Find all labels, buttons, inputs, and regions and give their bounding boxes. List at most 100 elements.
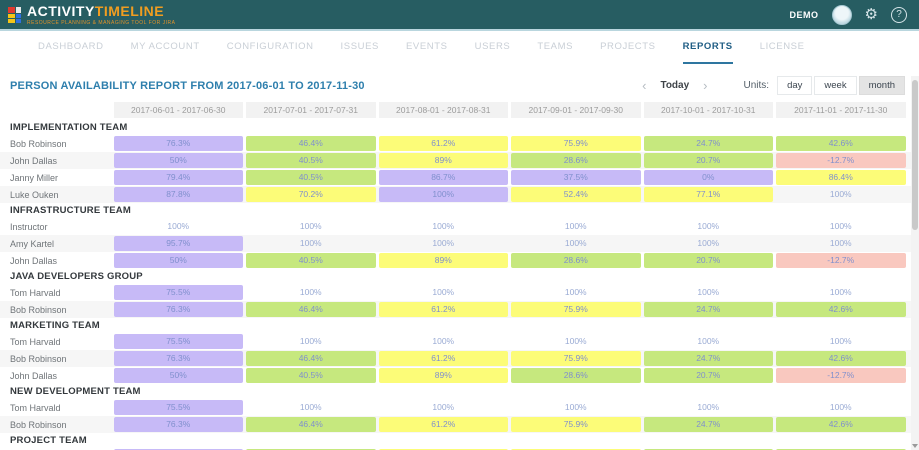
units-label: Units: xyxy=(744,80,770,91)
availability-cell: -12.7% xyxy=(776,253,906,268)
row-name: Amy Kartel xyxy=(0,239,112,249)
table-header-row: 2017-06-01 - 2017-06-302017-07-01 - 2017… xyxy=(0,102,907,118)
availability-cell: 100% xyxy=(246,334,376,349)
scrollbar-thumb[interactable] xyxy=(912,80,918,230)
availability-cell: 100% xyxy=(379,285,509,300)
avatar[interactable] xyxy=(832,5,852,25)
availability-cell: 75.5% xyxy=(114,400,244,415)
team-header-java-developers-group: JAVA DEVELOPERS GROUP xyxy=(0,270,919,284)
availability-cell: 100% xyxy=(644,219,774,234)
today-button[interactable]: Today xyxy=(660,80,689,91)
scrollbar-down-arrow-icon[interactable] xyxy=(912,444,918,448)
nav-tab-teams[interactable]: TEAMS xyxy=(537,31,573,64)
row-name: Tom Harvald xyxy=(0,288,112,298)
table-row: Tom Harvald75.5%100%100%100%100%100% xyxy=(0,399,919,416)
availability-cell: 95.7% xyxy=(114,236,244,251)
column-header: 2017-06-01 - 2017-06-30 xyxy=(114,102,244,118)
availability-cell: 75.9% xyxy=(511,302,641,317)
availability-cell: 77.1% xyxy=(644,187,774,202)
row-cells: 76.3%46.4%61.2%75.9%24.7%42.6% xyxy=(112,302,907,317)
logo: ACTIVITYTIMELINE RESOURCE PLANNING & MAN… xyxy=(8,4,175,26)
availability-cell: 75.5% xyxy=(114,334,244,349)
availability-cell: 46.4% xyxy=(246,302,376,317)
nav-tab-dashboard[interactable]: DASHBOARD xyxy=(38,31,104,64)
unit-button-month[interactable]: month xyxy=(859,76,905,95)
availability-cell: -12.7% xyxy=(776,153,906,168)
availability-cell: 100% xyxy=(511,219,641,234)
availability-cell: 89% xyxy=(379,253,509,268)
table-row: Amy Kartel95.7%100%100%100%100%100% xyxy=(0,235,919,252)
availability-cell: 100% xyxy=(379,187,509,202)
availability-cell: 75.9% xyxy=(511,136,641,151)
availability-cell: 100% xyxy=(511,285,641,300)
row-cells: 79.4%40.5%86.7%37.5%0%86.4% xyxy=(112,170,907,185)
row-cells: 75.5%100%100%100%100%100% xyxy=(112,285,907,300)
nav-tab-events[interactable]: EVENTS xyxy=(406,31,448,64)
nav-tab-my-account[interactable]: MY ACCOUNT xyxy=(131,31,200,64)
availability-cell: 100% xyxy=(776,285,906,300)
nav-tab-configuration[interactable]: CONFIGURATION xyxy=(227,31,314,64)
availability-cell: 50% xyxy=(114,153,244,168)
chevron-right-icon[interactable]: › xyxy=(703,79,707,92)
table-row: Bob Robinson76.3%46.4%61.2%75.9%24.7%42.… xyxy=(0,301,919,318)
table-row: Bob Robinson76.3%46.4%61.2%75.9%24.7%42.… xyxy=(0,135,919,152)
row-cells: 75.5%100%100%100%100%100% xyxy=(112,334,907,349)
availability-cell: 89% xyxy=(379,153,509,168)
availability-cell: 28.6% xyxy=(511,153,641,168)
availability-cell: 40.5% xyxy=(246,153,376,168)
page-title: PERSON AVAILABILITY REPORT FROM 2017-06-… xyxy=(10,80,365,92)
column-header: 2017-08-01 - 2017-08-31 xyxy=(379,102,509,118)
table-row: Luke Ouken87.8%70.2%100%52.4%77.1%100% xyxy=(0,186,919,203)
availability-cell: 46.4% xyxy=(246,351,376,366)
help-icon[interactable]: ? xyxy=(891,7,907,23)
row-name: Bob Robinson xyxy=(0,354,112,364)
table-row: Janny Miller79.4%40.5%86.7%37.5%0%86.4% xyxy=(0,169,919,186)
row-cells: 50%40.5%89%28.6%20.7%-12.7% xyxy=(112,153,907,168)
team-header-infrastructure-team: INFRASTRUCTURE TEAM xyxy=(0,204,919,218)
row-name: Tom Harvald xyxy=(0,337,112,347)
units-group: dayweekmonth xyxy=(777,76,905,95)
chevron-left-icon[interactable]: ‹ xyxy=(642,79,646,92)
nav-tab-projects[interactable]: PROJECTS xyxy=(600,31,655,64)
availability-cell: 100% xyxy=(776,219,906,234)
availability-cell: 40.5% xyxy=(246,253,376,268)
availability-cell: 89% xyxy=(379,368,509,383)
availability-cell: 100% xyxy=(511,400,641,415)
availability-cell: 100% xyxy=(511,236,641,251)
nav-tab-license[interactable]: LICENSE xyxy=(760,31,805,64)
row-name: Janny Miller xyxy=(0,173,112,183)
table-row: John Dallas50%40.5%89%28.6%20.7%-12.7% xyxy=(0,252,919,269)
team-header-new-development-team: NEW DEVELOPMENT TEAM xyxy=(0,385,919,399)
availability-cell: 100% xyxy=(379,219,509,234)
vertical-scrollbar[interactable] xyxy=(911,76,919,450)
team-header-implementation-team: IMPLEMENTATION TEAM xyxy=(0,121,919,135)
unit-button-day[interactable]: day xyxy=(777,76,812,95)
main-nav: DASHBOARD MY ACCOUNT CONFIGURATION ISSUES EV… xyxy=(0,31,919,64)
availability-cell: 100% xyxy=(379,400,509,415)
availability-cell: 61.2% xyxy=(379,351,509,366)
availability-cell: 24.7% xyxy=(644,136,774,151)
availability-cell: 20.7% xyxy=(644,368,774,383)
row-name: Instructor xyxy=(0,222,112,232)
table-row: Tom Harvald75.5%100%100%100%100%100% xyxy=(0,284,919,301)
logo-title: ACTIVITYTIMELINE xyxy=(27,4,175,18)
nav-tab-issues[interactable]: ISSUES xyxy=(341,31,379,64)
availability-cell: 75.9% xyxy=(511,417,641,432)
row-name: Luke Ouken xyxy=(0,190,112,200)
availability-cell: 100% xyxy=(246,285,376,300)
table-row: John Dallas50%40.5%89%28.6%20.7%-12.7% xyxy=(0,152,919,169)
gear-icon[interactable]: ⚙ xyxy=(865,7,878,22)
table-row: Tom Harvald75.5%100%100%100%100%100% xyxy=(0,333,919,350)
availability-cell: 52.4% xyxy=(511,187,641,202)
availability-cell: 100% xyxy=(114,219,244,234)
column-header: 2017-09-01 - 2017-09-30 xyxy=(511,102,641,118)
nav-tab-users[interactable]: USERS xyxy=(475,31,511,64)
availability-cell: 42.6% xyxy=(776,302,906,317)
row-name: John Dallas xyxy=(0,256,112,266)
row-cells: 50%40.5%89%28.6%20.7%-12.7% xyxy=(112,368,907,383)
nav-tab-reports[interactable]: REPORTS xyxy=(683,31,733,64)
report-table: 2017-06-01 - 2017-06-302017-07-01 - 2017… xyxy=(0,102,919,450)
availability-cell: 100% xyxy=(379,236,509,251)
unit-button-week[interactable]: week xyxy=(814,76,856,95)
availability-cell: 100% xyxy=(511,334,641,349)
